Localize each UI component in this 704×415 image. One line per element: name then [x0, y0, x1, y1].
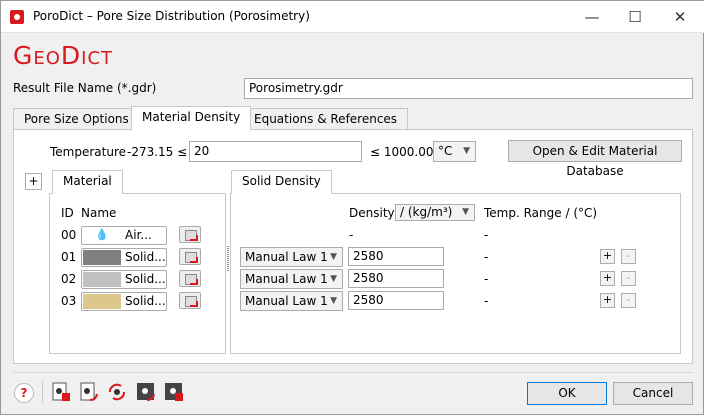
tab-material[interactable]: Material [52, 170, 123, 194]
help-button[interactable]: ? [14, 383, 34, 403]
add-law-button[interactable]: + [600, 293, 615, 308]
law-select[interactable]: Manual Law 1 ▼ [240, 291, 343, 311]
add-law-button[interactable]: + [600, 249, 615, 264]
law-label: Manual Law 1 [245, 294, 328, 308]
toolbar-separator [42, 381, 43, 403]
temperature-label: Temperature [50, 145, 127, 159]
database-import-icon[interactable] [179, 248, 201, 265]
material-button-air[interactable]: 💧 Air... [81, 226, 167, 245]
temp-range-value: - [484, 250, 489, 264]
add-material-button[interactable]: + [25, 173, 42, 190]
chevron-down-icon: ▼ [462, 207, 469, 217]
temperature-input[interactable]: 20 [189, 141, 362, 162]
save-settings-icon[interactable] [50, 381, 72, 403]
density-unit-label: / (kg/m³) [400, 205, 453, 219]
color-swatch [83, 272, 121, 287]
app-icon [10, 10, 24, 24]
temp-range-header: Temp. Range / (°C) [484, 206, 598, 220]
material-id: 02 [61, 272, 77, 286]
chevron-down-icon: ▼ [463, 146, 470, 156]
temperature-max: ≤ 1000.00 [370, 145, 434, 159]
material-name: Solid... [125, 272, 166, 286]
window-title: PoroDict – Pore Size Distribution (Poros… [33, 9, 310, 23]
remove-law-button[interactable]: - [621, 271, 636, 286]
chevron-down-icon: ▼ [330, 252, 337, 262]
material-id: 00 [61, 228, 77, 242]
color-swatch [83, 250, 121, 265]
density-input[interactable]: 2580 [348, 291, 444, 310]
remove-law-button[interactable]: - [621, 293, 636, 308]
material-name: Solid... [125, 294, 166, 308]
add-law-button[interactable]: + [600, 271, 615, 286]
result-file-label: Result File Name (*.gdr) [13, 81, 157, 95]
material-id: 03 [61, 294, 77, 308]
database-import-icon[interactable] [179, 226, 201, 243]
material-button-solid-03[interactable]: Solid... [81, 292, 167, 311]
material-button-solid-02[interactable]: Solid... [81, 270, 167, 289]
tab-pore-size-options[interactable]: Pore Size Options [13, 108, 140, 130]
title-bar: PoroDict – Pore Size Distribution (Poros… [1, 1, 704, 33]
material-button-solid-01[interactable]: Solid... [81, 248, 167, 267]
temperature-unit-select[interactable]: °C ▼ [433, 141, 476, 162]
database-import-icon[interactable] [179, 292, 201, 309]
temp-range-value: - [484, 272, 489, 286]
density-unit-select[interactable]: / (kg/m³) ▼ [395, 204, 475, 221]
maximize-button[interactable]: ☐ [620, 5, 650, 29]
droplet-icon: 💧 [83, 228, 121, 243]
law-label: Manual Law 1 [245, 272, 328, 286]
result-file-input[interactable]: Porosimetry.gdr [244, 78, 693, 99]
chevron-down-icon: ▼ [330, 296, 337, 306]
save-macro-icon[interactable] [163, 381, 185, 403]
temp-range-value: - [484, 228, 489, 242]
color-swatch [83, 294, 121, 309]
law-select[interactable]: Manual Law 1 ▼ [240, 247, 343, 267]
id-header: ID [61, 206, 74, 220]
splitter-handle[interactable] [227, 246, 229, 271]
chevron-down-icon: ▼ [330, 274, 337, 284]
geodict-logo: GeoDict [13, 41, 114, 70]
load-macro-icon[interactable] [135, 381, 157, 403]
minimize-button[interactable]: — [577, 5, 607, 29]
load-settings-icon[interactable] [78, 381, 100, 403]
unit-label: °C [438, 144, 453, 158]
density-input[interactable]: 2580 [348, 269, 444, 288]
cancel-button[interactable]: Cancel [613, 382, 693, 405]
law-select[interactable]: Manual Law 1 ▼ [240, 269, 343, 289]
tab-solid-density[interactable]: Solid Density [231, 170, 332, 194]
ok-button[interactable]: OK [527, 382, 607, 405]
open-edit-material-database-button[interactable]: Open & Edit Material Database [508, 140, 682, 178]
close-button[interactable]: ✕ [665, 5, 695, 29]
database-import-icon[interactable] [179, 270, 201, 287]
reset-settings-icon[interactable] [106, 381, 128, 403]
name-header: Name [81, 206, 117, 220]
temperature-min: -273.15 ≤ [127, 145, 188, 159]
law-label: Manual Law 1 [245, 250, 328, 264]
divider [13, 372, 693, 373]
material-id: 01 [61, 250, 77, 264]
density-value: - [349, 228, 354, 242]
remove-law-button[interactable]: - [621, 249, 636, 264]
material-name: Solid... [125, 250, 166, 264]
density-input[interactable]: 2580 [348, 247, 444, 266]
material-name: Air... [125, 228, 152, 242]
tab-material-density[interactable]: Material Density [131, 106, 252, 130]
density-header: Density [349, 206, 395, 220]
temp-range-value: - [484, 294, 489, 308]
tab-equations-references[interactable]: Equations & References [243, 108, 409, 130]
